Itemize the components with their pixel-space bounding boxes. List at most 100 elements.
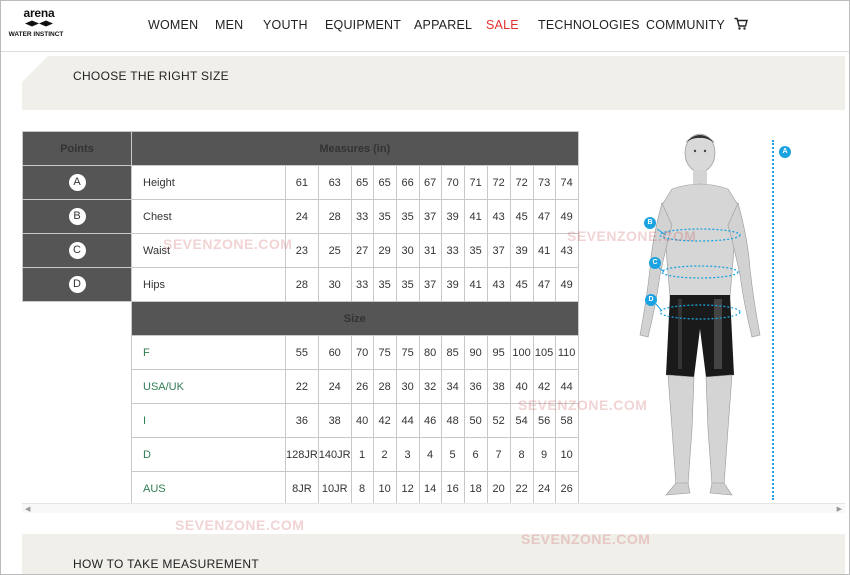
- size-value: 3: [395, 437, 420, 472]
- measure-value: 41: [463, 199, 488, 234]
- size-chart-body: Points Measures (in) A Height 61 63 65 65 66 67…: [22, 131, 579, 506]
- how-to-measure-title: HOW TO TAKE MEASUREMENT: [73, 557, 260, 571]
- size-row: F 55 60 70 75 75 80 85 90 95 100 105 110: [22, 335, 579, 370]
- swimmer-figure: [639, 133, 761, 496]
- size-value: 85: [440, 335, 465, 370]
- size-value: 6: [463, 437, 488, 472]
- size-system-label: D: [131, 437, 286, 472]
- point-badge: C: [68, 242, 86, 259]
- cart-icon[interactable]: [734, 17, 748, 31]
- nav-equipment[interactable]: EQUIPMENT: [325, 18, 401, 32]
- points-header: Points: [22, 131, 132, 166]
- blank-cell: [22, 369, 132, 404]
- measure-value: 28: [317, 199, 352, 234]
- size-value: 46: [418, 403, 442, 438]
- measure-value: 35: [395, 199, 420, 234]
- blank-cell: [22, 403, 132, 438]
- measure-value: 28: [285, 267, 319, 302]
- measure-value: 39: [440, 267, 465, 302]
- marker-c: C: [649, 257, 661, 269]
- size-value: 8JR: [285, 471, 319, 506]
- point-badge: D: [68, 276, 86, 293]
- measure-value: 35: [395, 267, 420, 302]
- size-value: 30: [395, 369, 420, 404]
- size-value: 44: [395, 403, 420, 438]
- how-to-measure-section: HOW TO TAKE MEASUREMENT: [22, 534, 845, 574]
- nav-men[interactable]: MEN: [215, 18, 243, 32]
- size-value: 8: [509, 437, 534, 472]
- point-cell: B: [22, 199, 132, 234]
- size-value: 75: [395, 335, 420, 370]
- size-value: 95: [486, 335, 511, 370]
- choose-size-section: CHOOSE THE RIGHT SIZE: [22, 56, 845, 110]
- size-value: 42: [372, 403, 397, 438]
- measure-label: Height: [131, 165, 286, 200]
- size-value: 2: [372, 437, 397, 472]
- size-value: 18: [463, 471, 488, 506]
- size-value: 55: [285, 335, 319, 370]
- size-value: 9: [532, 437, 556, 472]
- measure-value: 37: [418, 199, 442, 234]
- marker-a: A: [779, 146, 791, 158]
- size-value: 22: [509, 471, 534, 506]
- measure-label: Chest: [131, 199, 286, 234]
- watermark: SEVENZONE.COM: [163, 236, 293, 252]
- measures-header: Measures (in): [131, 131, 579, 166]
- measure-value: 39: [440, 199, 465, 234]
- size-system-label: F: [131, 335, 286, 370]
- size-value: 10: [372, 471, 397, 506]
- size-value: 24: [317, 369, 352, 404]
- measure-value: 66: [395, 165, 420, 200]
- measure-value: 27: [350, 233, 374, 268]
- measure-value: 29: [372, 233, 397, 268]
- size-value: 7: [486, 437, 511, 472]
- measure-value: 72: [486, 165, 511, 200]
- size-value: 75: [372, 335, 397, 370]
- nav-youth[interactable]: YOUTH: [263, 18, 308, 32]
- size-value: 110: [554, 335, 579, 370]
- measure-value: 41: [532, 233, 556, 268]
- measure-value: 30: [395, 233, 420, 268]
- scroll-right-icon[interactable]: ▶: [837, 505, 842, 513]
- measure-value: 37: [486, 233, 511, 268]
- measure-value: 39: [509, 233, 534, 268]
- nav-community[interactable]: COMMUNITY: [646, 18, 725, 32]
- page-frame: arena WATER INSTINCT WOMEN MEN YOUTH EQU…: [0, 0, 850, 575]
- measure-value: 45: [509, 267, 534, 302]
- horizontal-scrollbar[interactable]: ◀ ▶: [22, 503, 845, 513]
- size-value: 10JR: [317, 471, 352, 506]
- size-system-label: USA/UK: [131, 369, 286, 404]
- measure-value: 41: [463, 267, 488, 302]
- blank-cell: [22, 301, 132, 336]
- nav-sale[interactable]: SALE: [486, 18, 519, 32]
- size-value: 40: [350, 403, 374, 438]
- measure-value: 43: [486, 267, 511, 302]
- blank-cell: [22, 335, 132, 370]
- size-value: 80: [418, 335, 442, 370]
- measure-label: Hips: [131, 267, 286, 302]
- size-value: 5: [440, 437, 465, 472]
- size-value: 26: [554, 471, 579, 506]
- size-value: 100: [509, 335, 534, 370]
- nav-women[interactable]: WOMEN: [148, 18, 198, 32]
- size-value: 50: [463, 403, 488, 438]
- measure-value: 24: [285, 199, 319, 234]
- corner-fold: [22, 56, 48, 82]
- measure-row-hips: D Hips 28 30 33 35 35 37 39 41 43 45 47 49: [22, 267, 579, 302]
- size-value: 8: [350, 471, 374, 506]
- measure-value: 31: [418, 233, 442, 268]
- scroll-left-icon[interactable]: ◀: [25, 505, 30, 513]
- size-chart-table: Points Measures (in) A Height 61 63 65 65 66 67…: [22, 131, 579, 506]
- measure-value: 65: [372, 165, 397, 200]
- size-row: D 128JR 140JR 1 2 3 4 5 6 7 8 9 10: [22, 437, 579, 472]
- nav-apparel[interactable]: APPAREL: [414, 18, 472, 32]
- measure-row-chest: B Chest 24 28 33 35 35 37 39 41 43 45 47 49: [22, 199, 579, 234]
- measure-value: 47: [532, 267, 556, 302]
- point-badge: B: [68, 208, 86, 225]
- blank-cell: [22, 437, 132, 472]
- size-value: 90: [463, 335, 488, 370]
- watermark: SEVENZONE.COM: [518, 397, 648, 413]
- measure-value: 45: [509, 199, 534, 234]
- nav-technologies[interactable]: TECHNOLOGIES: [538, 18, 640, 32]
- table-header-row: Points Measures (in): [22, 131, 579, 166]
